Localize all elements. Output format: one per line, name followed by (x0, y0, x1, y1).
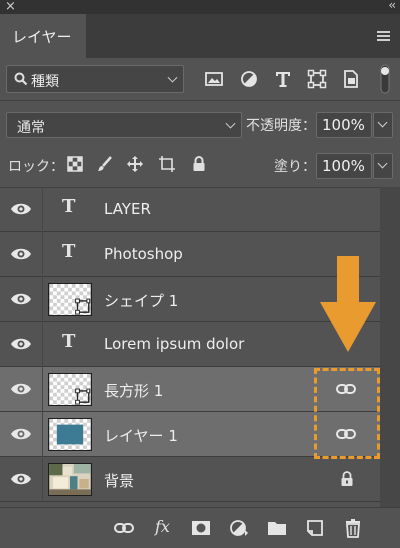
layer-thumbnail (48, 283, 92, 316)
visibility-eye-icon[interactable] (10, 469, 32, 489)
divider (42, 322, 43, 367)
lock-icon (341, 471, 353, 486)
close-icon[interactable]: × (5, 0, 16, 14)
tab-label: レイヤー (12, 28, 72, 46)
lock-image-pixels-icon[interactable] (96, 155, 114, 173)
tab-layers[interactable]: レイヤー (0, 14, 86, 58)
visibility-eye-icon[interactable] (10, 289, 32, 309)
visibility-eye-icon[interactable] (10, 199, 32, 219)
layer-name[interactable]: シェイプ 1 (104, 290, 178, 311)
blend-mode-select[interactable]: 通常 (6, 112, 242, 138)
kind-filter-select[interactable]: 種類 (6, 65, 184, 93)
shape-filter-icon[interactable] (306, 68, 328, 90)
bottom-toolbar: fx (0, 507, 400, 548)
pixel-filter-icon[interactable] (203, 68, 225, 90)
visibility-eye-icon[interactable] (10, 334, 32, 354)
divider (42, 412, 43, 457)
adjustment-filter-icon[interactable] (238, 68, 260, 90)
layer-name[interactable]: レイヤー 1 (104, 425, 178, 446)
fill-input[interactable]: 100% (316, 153, 372, 179)
background-thumbnail (48, 463, 92, 496)
divider (42, 187, 43, 232)
tab-row: レイヤー (0, 14, 400, 58)
fx-icon[interactable]: fx (155, 517, 170, 536)
new-group-icon[interactable] (266, 518, 288, 538)
layer-thumbnail (48, 418, 92, 451)
link-layers-icon[interactable] (113, 518, 135, 538)
lock-transparent-pixels-icon[interactable] (66, 155, 84, 173)
opacity-dropdown[interactable] (373, 112, 393, 138)
kind-filter-label: 種類 (31, 74, 59, 90)
annotation-highlight-box (314, 368, 380, 459)
chevron-down-icon (167, 72, 178, 83)
fill-dropdown[interactable] (373, 153, 393, 179)
divider (42, 277, 43, 322)
divider (42, 367, 43, 412)
delete-layer-icon[interactable] (342, 518, 364, 538)
lock-all-icon[interactable] (190, 155, 208, 173)
filter-row: 種類 (0, 58, 400, 100)
layer-name[interactable]: 長方形 1 (104, 380, 163, 401)
blend-mode-label: 通常 (17, 120, 45, 136)
text-layer-icon: T (62, 196, 76, 217)
chevron-down-icon (225, 118, 236, 129)
layer-thumbnail (48, 373, 92, 406)
layer-row[interactable]: 背景 (0, 457, 380, 502)
visibility-eye-icon[interactable] (10, 424, 32, 444)
layer-name[interactable]: LAYER (104, 200, 151, 218)
visibility-eye-icon[interactable] (10, 379, 32, 399)
divider (0, 100, 400, 101)
opacity-label: 不透明度： (246, 118, 316, 134)
layer-name[interactable]: Lorem ipsum dolor (104, 335, 244, 353)
text-layer-icon: T (62, 331, 76, 352)
type-filter-icon[interactable] (272, 68, 294, 90)
blend-row: 通常 不透明度： 100% (0, 104, 400, 144)
panel-title-bar: × ‹‹ (0, 0, 400, 14)
filter-toggle[interactable] (380, 64, 390, 94)
collapse-icon[interactable]: ‹‹ (388, 0, 395, 12)
divider (42, 232, 43, 277)
layer-name[interactable]: 背景 (104, 470, 134, 491)
lock-position-icon[interactable] (126, 155, 144, 173)
adjustment-layer-icon[interactable] (228, 518, 250, 538)
layer-name[interactable]: Photoshop (104, 245, 183, 263)
annotation-arrow (320, 256, 376, 352)
smart-object-filter-icon[interactable] (340, 68, 362, 90)
add-mask-icon[interactable] (190, 518, 212, 538)
text-layer-icon: T (62, 241, 76, 262)
opacity-input[interactable]: 100% (316, 112, 372, 138)
scrollbar-track[interactable] (380, 187, 400, 507)
lock-artboard-icon[interactable] (158, 155, 176, 173)
lock-label: ロック： (8, 159, 64, 175)
chevron-down-icon (377, 158, 388, 169)
new-layer-icon[interactable] (304, 518, 326, 538)
chevron-down-icon (377, 117, 388, 128)
search-icon (14, 72, 28, 86)
fill-label: 塗り： (274, 159, 316, 175)
visibility-eye-icon[interactable] (10, 244, 32, 264)
layer-row[interactable]: T LAYER (0, 187, 380, 232)
divider (42, 457, 43, 502)
panel-menu-icon[interactable] (377, 31, 390, 41)
lock-row: ロック： 塗り： 100% (0, 144, 400, 188)
